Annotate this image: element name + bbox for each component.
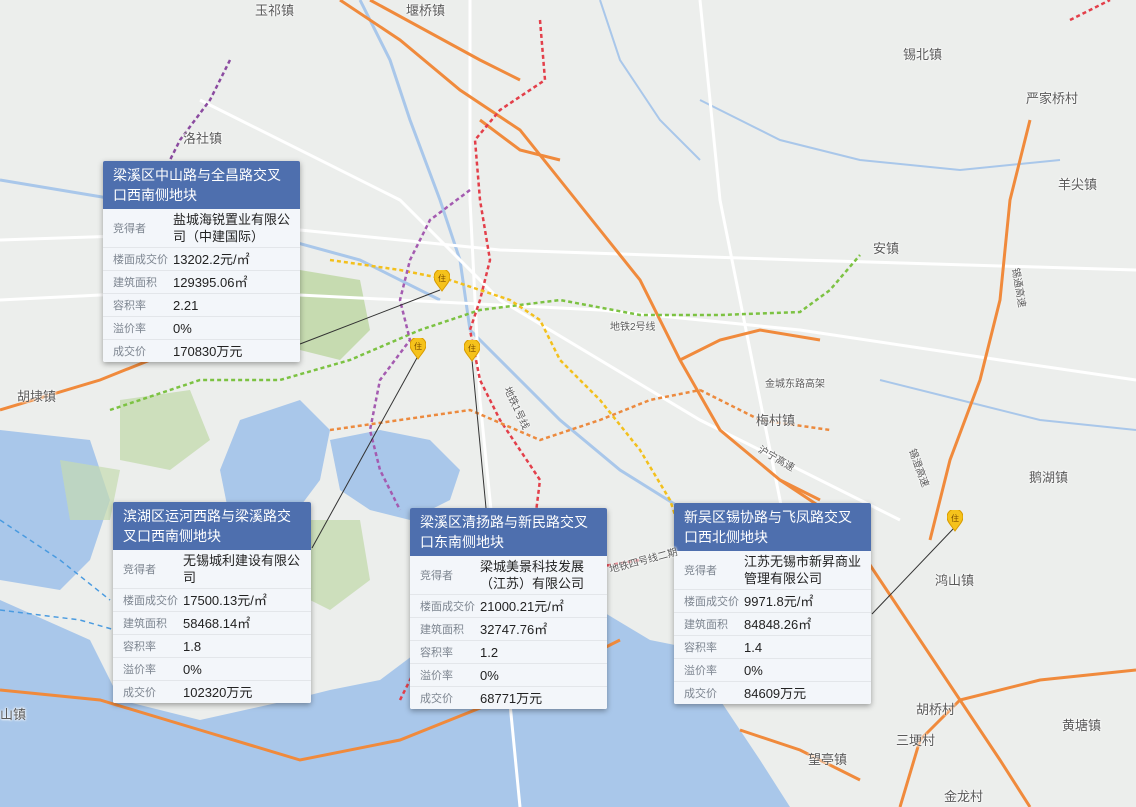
field-label: 竞得者: [113, 223, 146, 235]
field-label: 建筑面积: [420, 624, 464, 636]
premium-value: 0%: [744, 662, 763, 678]
card-title: 滨湖区运河西路与梁溪路交叉口西南侧地块: [113, 502, 311, 550]
land-info-card[interactable]: 梁溪区中山路与全昌路交叉口西南侧地块 竞得者 盐城海锐置业有限公司（中建国际） 楼…: [103, 161, 300, 362]
plot-ratio-value: 2.21: [173, 297, 199, 313]
field-label: 竞得者: [420, 570, 453, 582]
place-label: 胡桥村: [916, 702, 956, 717]
field-label: 建筑面积: [123, 618, 167, 630]
field-label: 容积率: [684, 642, 717, 654]
place-label: 鸿山镇: [935, 573, 975, 588]
field-label: 容积率: [113, 300, 146, 312]
place-label: 望亭镇: [808, 752, 848, 767]
svg-text:住: 住: [438, 273, 446, 283]
bidder-value: 无锡城利建设有限公司: [183, 553, 301, 585]
field-label: 溢价率: [123, 664, 156, 676]
road-label: 金城东路高架: [765, 379, 825, 390]
bidder-value: 盐城海锐置业有限公司（中建国际）: [173, 212, 291, 244]
unit-price-value: 17500.13元/㎡: [183, 592, 267, 608]
unit-price-value: 9971.8元/㎡: [744, 593, 814, 609]
field-label: 建筑面积: [684, 619, 728, 631]
field-label: 楼面成交价: [684, 596, 739, 608]
place-label: 羊尖镇: [1058, 177, 1098, 192]
bidder-value: 江苏无锡市新昇商业管理有限公司: [744, 554, 862, 586]
green-area: [60, 460, 120, 520]
land-info-card[interactable]: 新吴区锡协路与飞凤路交叉口西北侧地块 竞得者 江苏无锡市新昇商业管理有限公司 楼面…: [674, 503, 871, 704]
deal-price-value: 170830万元: [173, 343, 243, 359]
place-label: 严家桥村: [1026, 91, 1079, 106]
field-label: 容积率: [123, 641, 156, 653]
place-label: 堰桥镇: [406, 3, 446, 18]
card-title: 梁溪区清扬路与新民路交叉口东南侧地块: [410, 508, 607, 556]
residential-pin[interactable]: 住: [410, 338, 426, 360]
card-title: 新吴区锡协路与飞凤路交叉口西北侧地块: [674, 503, 871, 551]
place-label: 黄塘镇: [1062, 718, 1102, 733]
field-label: 溢价率: [420, 670, 453, 682]
field-label: 竞得者: [123, 564, 156, 576]
svg-text:住: 住: [951, 513, 959, 523]
place-label: 安镇: [873, 241, 900, 256]
field-label: 楼面成交价: [123, 595, 178, 607]
premium-value: 0%: [183, 661, 202, 677]
field-label: 成交价: [113, 346, 146, 358]
residential-pin[interactable]: 住: [947, 510, 963, 532]
residential-pin[interactable]: 住: [434, 270, 450, 292]
plot-ratio-value: 1.2: [480, 644, 499, 660]
svg-text:住: 住: [414, 341, 422, 351]
deal-price-value: 68771万元: [480, 690, 543, 706]
premium-value: 0%: [173, 320, 192, 336]
place-label: 梅村镇: [756, 413, 796, 428]
field-label: 成交价: [420, 693, 453, 705]
bidder-value: 梁城美景科技发展（江苏）有限公司: [480, 559, 585, 591]
land-info-card[interactable]: 滨湖区运河西路与梁溪路交叉口西南侧地块 竞得者 无锡城利建设有限公司 楼面成交价 1…: [113, 502, 311, 703]
premium-value: 0%: [480, 667, 499, 683]
place-label: 金龙村: [944, 789, 984, 804]
plot-ratio-value: 1.8: [183, 638, 202, 654]
place-label: 山镇: [0, 707, 27, 722]
deal-price-value: 102320万元: [183, 684, 253, 700]
field-label: 竞得者: [684, 565, 717, 577]
place-label: 锡北镇: [903, 47, 943, 62]
field-label: 建筑面积: [113, 277, 157, 289]
road-label: 地铁2号线: [610, 322, 656, 333]
field-label: 楼面成交价: [113, 254, 168, 266]
residential-pin[interactable]: 住: [464, 340, 480, 362]
unit-price-value: 13202.2元/㎡: [173, 251, 250, 267]
place-label: 洛社镇: [183, 131, 223, 146]
field-label: 溢价率: [684, 665, 717, 677]
field-label: 溢价率: [113, 323, 146, 335]
place-label: 玉祁镇: [255, 3, 295, 18]
area-value: 32747.76㎡: [480, 621, 548, 637]
field-label: 成交价: [684, 688, 717, 700]
area-value: 58468.14㎡: [183, 615, 251, 631]
area-value: 84848.26㎡: [744, 616, 812, 632]
field-label: 成交价: [123, 687, 156, 699]
place-label: 三埂村: [896, 733, 936, 748]
land-info-card[interactable]: 梁溪区清扬路与新民路交叉口东南侧地块 竞得者 梁城美景科技发展（江苏）有限公司 楼…: [410, 508, 607, 709]
card-title: 梁溪区中山路与全昌路交叉口西南侧地块: [103, 161, 300, 209]
svg-text:住: 住: [468, 343, 476, 353]
area-value: 129395.06㎡: [173, 274, 248, 290]
field-label: 楼面成交价: [420, 601, 475, 613]
plot-ratio-value: 1.4: [744, 639, 763, 655]
unit-price-value: 21000.21元/㎡: [480, 598, 564, 614]
place-label: 鹅湖镇: [1029, 470, 1069, 485]
place-label: 胡埭镇: [17, 389, 57, 404]
field-label: 容积率: [420, 647, 453, 659]
deal-price-value: 84609万元: [744, 685, 807, 701]
